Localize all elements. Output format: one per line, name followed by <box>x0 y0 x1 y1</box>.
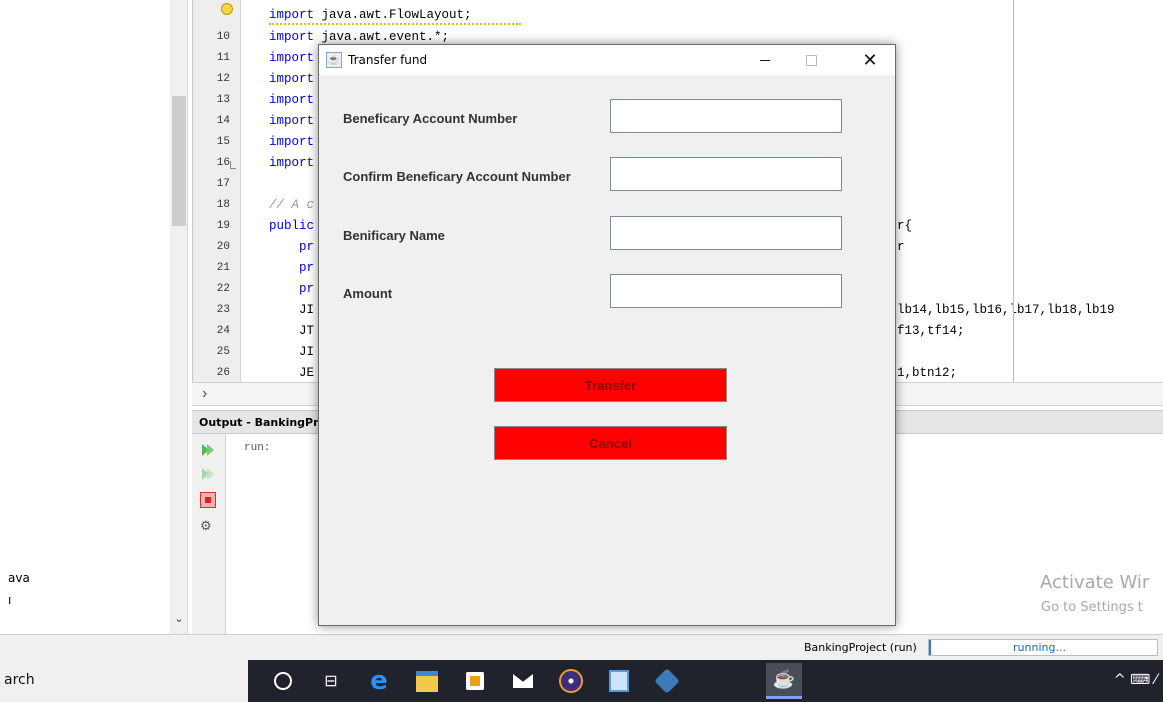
line-number: 25 <box>216 346 230 358</box>
line-number-gutter: 10 11 12 13 14 15 16 17 18 19 20 21 22 2… <box>193 0 241 382</box>
project-tree-scrollbar[interactable]: ⌄ <box>170 0 188 634</box>
line-number: 10 <box>216 31 230 43</box>
amount-label: Amount <box>343 286 393 301</box>
line-number: 21 <box>216 262 230 274</box>
java-app-icon[interactable]: ☕ <box>766 663 802 699</box>
minimize-button[interactable] <box>742 45 788 75</box>
code-fragment: r <box>897 240 905 254</box>
file-explorer-icon[interactable] <box>414 668 440 694</box>
warning-underline <box>269 23 521 25</box>
project-tree-item[interactable]: ava <box>8 571 30 585</box>
line-number: 15 <box>216 136 230 148</box>
running-project-label[interactable]: BankingProject (run) <box>804 641 917 654</box>
activation-watermark-title: Activate Wir <box>1040 572 1150 593</box>
transfer-button[interactable]: Transfer <box>494 368 727 402</box>
code-line: JI <box>269 303 315 317</box>
progress-text: running... <box>1013 641 1066 654</box>
code-comment: // A c <box>269 198 315 212</box>
transfer-fund-dialog: ☕ Transfer fund ✕ Beneficary Account Num… <box>318 44 896 626</box>
stop-icon[interactable] <box>200 492 216 508</box>
scrollbar-thumb[interactable] <box>172 96 186 226</box>
rerun-icon[interactable] <box>200 442 216 458</box>
confirm-beneficiary-account-input[interactable] <box>610 157 842 191</box>
line-number: 17 <box>216 178 230 190</box>
progress-indicator <box>929 640 931 655</box>
activation-watermark-subtitle: Go to Settings t <box>1041 600 1143 615</box>
line-number: 12 <box>216 73 230 85</box>
beneficiary-name-input[interactable] <box>610 216 842 250</box>
search-placeholder: arch <box>4 672 35 688</box>
right-margin-guide <box>1013 0 1014 382</box>
notepad-icon[interactable] <box>606 668 632 694</box>
eclipse-icon[interactable] <box>558 668 584 694</box>
chevron-right-icon[interactable]: › <box>202 385 207 403</box>
java-cup-icon: ☕ <box>772 669 796 689</box>
code-line: JT <box>269 324 315 338</box>
store-icon[interactable] <box>462 668 488 694</box>
cancel-button[interactable]: Cancel <box>494 426 727 460</box>
line-number: 13 <box>216 94 230 106</box>
code-line: import <box>269 135 315 149</box>
cortana-icon[interactable] <box>270 668 296 694</box>
code-line: JE <box>269 366 315 380</box>
edge-browser-icon[interactable]: e <box>366 666 392 696</box>
fold-end-icon[interactable] <box>230 161 236 169</box>
code-line: pr <box>269 282 315 296</box>
line-number: 24 <box>216 325 230 337</box>
chevron-down-icon[interactable]: ⌄ <box>170 612 188 625</box>
settings-tools-icon[interactable]: ⚙ <box>200 518 216 534</box>
beneficiary-name-label: Benificary Name <box>343 228 445 243</box>
system-tray[interactable]: ^ ⌨ ⁄ <box>1114 672 1157 688</box>
code-line: import <box>269 114 315 128</box>
confirm-beneficiary-account-label: Confirm Beneficary Account Number <box>343 169 571 184</box>
line-number: 14 <box>216 115 230 127</box>
rerun-with-params-icon[interactable] <box>200 466 216 482</box>
code-line: public <box>269 219 315 233</box>
line-number: 22 <box>216 283 230 295</box>
amount-input[interactable] <box>610 274 842 308</box>
project-tree-panel: ava ı <box>0 0 170 634</box>
code-fragment: f13,tf14; <box>897 324 965 338</box>
beneficiary-account-input[interactable] <box>610 99 842 133</box>
output-toolbar: ⚙ <box>192 434 226 634</box>
code-line: pr <box>269 261 315 275</box>
code-fragment: 1,btn12; <box>897 366 958 380</box>
line-number: 20 <box>216 241 230 253</box>
line-number: 18 <box>216 199 230 211</box>
line-number: 26 <box>216 367 230 379</box>
line-number: 16 <box>216 157 230 169</box>
code-line: pr <box>269 240 315 254</box>
run-progress-bar[interactable]: running... <box>928 639 1158 656</box>
beneficiary-account-label: Beneficary Account Number <box>343 111 518 126</box>
code-line: JI <box>269 345 315 359</box>
close-button[interactable]: ✕ <box>847 45 893 75</box>
code-line: import <box>269 72 315 86</box>
windows-taskbar: arch ⊟ e ☕ ^ ⌨ ⁄ <box>0 660 1163 702</box>
project-tree-item[interactable]: ı <box>8 593 11 607</box>
lightbulb-hint-icon[interactable] <box>221 3 233 15</box>
maximize-button[interactable] <box>788 45 834 75</box>
line-number: 23 <box>216 304 230 316</box>
virtualbox-icon[interactable] <box>654 668 680 694</box>
output-console-text: run: <box>244 442 271 454</box>
task-view-icon[interactable]: ⊟ <box>318 668 344 694</box>
code-line: import <box>269 51 315 65</box>
code-line: import java.awt.event.*; <box>269 30 450 44</box>
code-fragment: lb14,lb15,lb16,lb17,lb18,lb19 <box>897 303 1115 317</box>
output-tab-title[interactable]: Output - BankingPr <box>199 416 319 429</box>
code-line: import <box>269 93 315 107</box>
code-line: import <box>269 156 315 170</box>
line-number: 19 <box>216 220 230 232</box>
dialog-titlebar[interactable]: ☕ Transfer fund ✕ <box>319 45 895 75</box>
ide-status-bar: BankingProject (run) running... <box>0 634 1163 660</box>
line-number: 11 <box>216 52 230 64</box>
dialog-title: Transfer fund <box>348 53 428 67</box>
mail-icon[interactable] <box>510 668 536 694</box>
code-line: import java.awt.FlowLayout; <box>269 8 472 22</box>
taskbar-search-box[interactable]: arch <box>0 660 248 702</box>
code-fragment: r{ <box>897 219 913 233</box>
java-cup-icon: ☕ <box>326 52 342 68</box>
